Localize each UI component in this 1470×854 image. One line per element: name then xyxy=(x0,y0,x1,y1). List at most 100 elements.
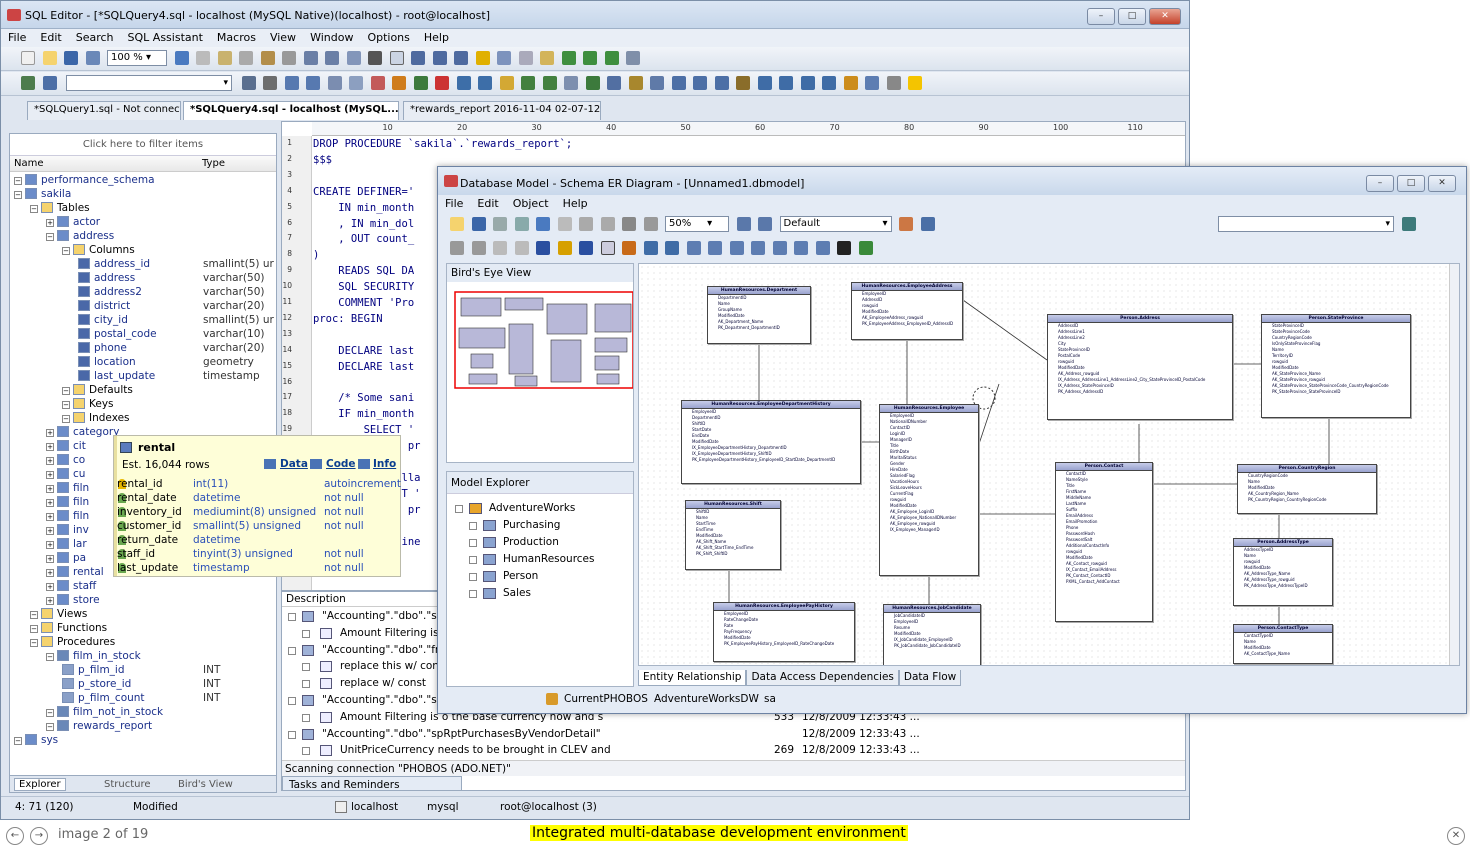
tree-item[interactable]: − rewards_report xyxy=(46,719,152,733)
tree-toggle-icon[interactable] xyxy=(288,646,296,655)
tree-item[interactable]: + category xyxy=(46,425,119,439)
replace-icon[interactable] xyxy=(454,51,468,65)
menu-item[interactable]: Help xyxy=(417,29,456,47)
tile-icon[interactable] xyxy=(800,76,815,90)
expand-toggle-icon[interactable]: − xyxy=(62,387,70,395)
add-entity-icon[interactable] xyxy=(450,241,464,255)
expand-toggle-icon[interactable]: + xyxy=(46,457,54,465)
cut-icon[interactable] xyxy=(600,217,615,231)
expand-toggle-icon[interactable]: − xyxy=(14,191,22,199)
tab-data-access-dependencies[interactable]: Data Access Dependencies xyxy=(746,670,899,686)
one-to-many-icon[interactable] xyxy=(772,241,787,255)
entity-box[interactable]: HumanResources.JobCandidate JobCandidateI… xyxy=(883,604,981,665)
expand-toggle-icon[interactable]: − xyxy=(30,625,38,633)
table-tool-icon[interactable] xyxy=(622,241,636,255)
tooltip-info-link[interactable]: Info xyxy=(373,458,396,470)
entity-box[interactable]: Person.AddressType AddressTypeID Name rowgu… xyxy=(1233,538,1333,606)
expand-toggle-icon[interactable]: + xyxy=(46,443,54,451)
tree-item[interactable]: − Procedures xyxy=(30,635,115,649)
case-icon[interactable] xyxy=(626,51,640,65)
expand-toggle-icon[interactable]: − xyxy=(14,177,22,185)
tree-item[interactable]: address2 varchar(50) xyxy=(78,285,264,299)
add-view-icon[interactable] xyxy=(471,241,486,255)
text-tool-icon[interactable] xyxy=(643,241,658,255)
menu-item[interactable]: Edit xyxy=(33,29,68,47)
tree-item[interactable]: − sakila xyxy=(14,187,71,201)
tab-birds-view[interactable]: Bird's View xyxy=(178,779,233,790)
tree-item[interactable]: + cit xyxy=(46,439,86,453)
tree-toggle-icon[interactable] xyxy=(302,663,310,672)
menu-item[interactable]: Window xyxy=(303,29,360,47)
tree-item[interactable]: − Columns xyxy=(62,243,135,257)
view-icon[interactable] xyxy=(478,76,492,90)
zoom-out-icon[interactable] xyxy=(758,217,772,231)
tooltip-code-link[interactable]: Code xyxy=(326,458,356,470)
expand-toggle-icon[interactable]: − xyxy=(62,247,70,255)
tree-item[interactable]: + cu xyxy=(46,467,85,481)
tree-item[interactable]: + staff xyxy=(46,579,96,593)
indent-icon[interactable] xyxy=(303,51,318,65)
model-menu-item[interactable]: Edit xyxy=(470,195,505,213)
model-tree-toggle-icon[interactable] xyxy=(469,590,477,598)
model-tree-toggle-icon[interactable] xyxy=(469,539,477,547)
tree-item[interactable]: − Tables xyxy=(30,201,90,215)
save-all-icon[interactable] xyxy=(85,51,100,65)
help-icon[interactable] xyxy=(370,76,385,90)
entity-box[interactable]: Person.ContactType ContactTypeID Name Modif… xyxy=(1233,624,1333,664)
model-tree-toggle-icon[interactable] xyxy=(469,573,477,581)
find-next-icon[interactable] xyxy=(432,51,447,65)
tree-toggle-icon[interactable] xyxy=(302,629,310,638)
arrow-icon[interactable] xyxy=(837,241,851,255)
tree-item[interactable]: + store xyxy=(46,593,100,607)
tree-item[interactable]: − sys xyxy=(14,733,58,747)
expand-toggle-icon[interactable]: − xyxy=(30,205,38,213)
layout-icon[interactable] xyxy=(920,217,935,231)
import-icon[interactable] xyxy=(542,76,557,90)
tree-item[interactable]: − Functions xyxy=(30,621,107,635)
connection-select[interactable]: ▾ xyxy=(66,75,232,91)
entity-box[interactable]: Person.CountryRegion CountryRegionCode Nam… xyxy=(1237,464,1377,514)
model-menu-item[interactable]: Help xyxy=(556,195,595,213)
menu-item[interactable]: View xyxy=(263,29,303,47)
debug-icon[interactable] xyxy=(349,76,363,90)
tree-item[interactable]: + co xyxy=(46,453,85,467)
one-to-one-icon[interactable] xyxy=(751,241,765,255)
frame-icon[interactable] xyxy=(708,241,722,255)
tree-item[interactable]: p_store_id INT xyxy=(62,677,220,691)
entity-box[interactable]: HumanResources.Department DepartmentID Nam… xyxy=(707,286,811,344)
expand-toggle-icon[interactable]: − xyxy=(62,401,70,409)
expand-toggle-icon[interactable]: + xyxy=(46,485,54,493)
tree-toggle-icon[interactable] xyxy=(288,613,296,621)
tree-toggle-icon[interactable] xyxy=(288,730,296,739)
relationship-line[interactable] xyxy=(978,383,1000,445)
tree-item[interactable]: + filn xyxy=(46,509,89,523)
go-icon[interactable] xyxy=(1401,217,1416,231)
diagram-scrollbar[interactable] xyxy=(1449,264,1459,665)
find-icon[interactable] xyxy=(411,51,425,65)
entity-box[interactable]: Person.StateProvince StateProvinceID State… xyxy=(1261,314,1411,418)
model-search-select[interactable]: ▾ xyxy=(1218,216,1394,232)
tree-item[interactable]: + actor xyxy=(46,215,100,229)
wrap-icon[interactable] xyxy=(604,51,619,65)
tab-entity-relationship[interactable]: Entity Relationship xyxy=(638,670,747,686)
tree-item[interactable]: − film_in_stock xyxy=(46,649,141,663)
many-to-many-icon[interactable] xyxy=(794,241,808,255)
expand-toggle-icon[interactable]: + xyxy=(46,569,54,577)
tree-item[interactable]: + lar xyxy=(46,537,87,551)
copy-icon[interactable] xyxy=(217,51,232,65)
line-color-icon[interactable] xyxy=(579,241,593,255)
menu-item[interactable]: Macros xyxy=(210,29,263,47)
expand-icon[interactable] xyxy=(389,51,404,65)
zoom-select[interactable]: 100 % ▾ xyxy=(107,50,167,66)
search-icon[interactable] xyxy=(865,76,879,90)
birds-eye-minimap[interactable] xyxy=(447,282,634,462)
connect-icon[interactable] xyxy=(21,76,35,90)
menu-item[interactable]: SQL Assistant xyxy=(121,29,210,47)
window-icon[interactable] xyxy=(757,76,772,90)
paste-icon[interactable] xyxy=(622,217,636,231)
tab-explorer[interactable]: Explorer xyxy=(14,778,66,791)
run-icon[interactable] xyxy=(392,76,406,90)
note-icon[interactable] xyxy=(686,241,701,255)
menu-item[interactable]: File xyxy=(1,29,33,47)
tree-item[interactable]: address varchar(50) xyxy=(78,271,264,285)
